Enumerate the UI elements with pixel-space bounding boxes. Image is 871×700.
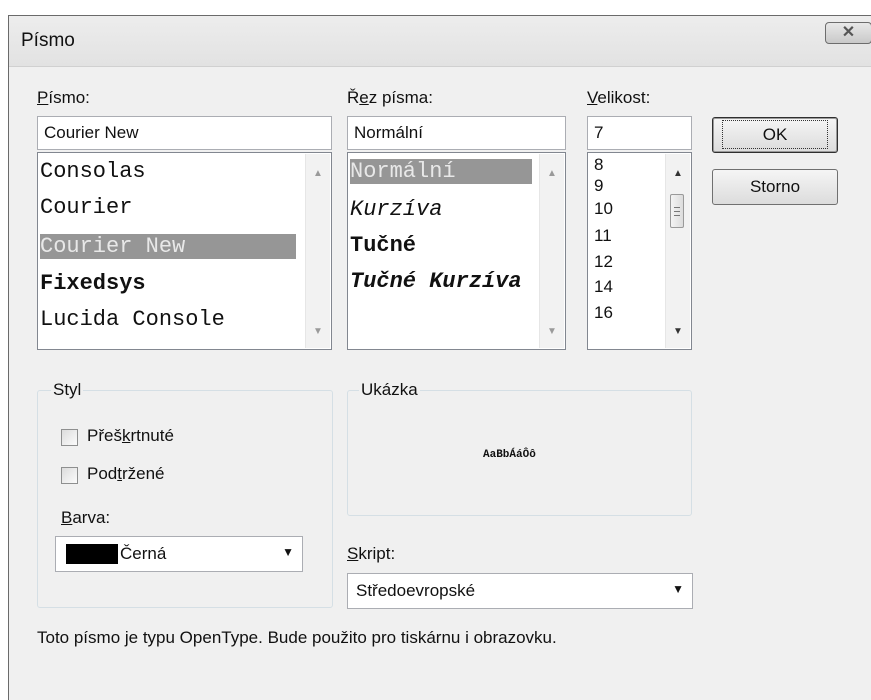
scroll-up-icon[interactable]: ▲	[540, 162, 564, 186]
chevron-down-icon[interactable]: ▼	[282, 545, 294, 559]
title-bar: Písmo ✕	[9, 16, 871, 67]
size-label: Velikost:	[587, 88, 651, 107]
scroll-down-icon[interactable]: ▼	[666, 320, 690, 344]
size-input[interactable]: 7	[587, 116, 692, 150]
script-value: Středoevropské	[356, 581, 476, 600]
color-label: Barva:	[61, 508, 111, 527]
font-style-item[interactable]: Tučné	[350, 233, 416, 258]
underline-label: Podtržené	[87, 464, 165, 483]
size-list-item[interactable]: 16	[594, 303, 613, 323]
size-list-item[interactable]: 8	[594, 155, 603, 175]
font-label: Písmo:	[37, 88, 90, 107]
color-dropdown[interactable]: Černá ▼	[55, 536, 303, 572]
size-list-scrollbar[interactable]: ▲ ▼	[665, 154, 690, 348]
font-name-input[interactable]: Courier New	[37, 116, 332, 150]
strikeout-label: Přeškrtnuté	[87, 426, 174, 445]
font-type-info: Toto písmo je typu OpenType. Bude použit…	[37, 628, 557, 647]
size-list-item[interactable]: 9	[594, 176, 603, 196]
close-icon: ✕	[841, 24, 856, 41]
size-list-item[interactable]: 11	[594, 226, 612, 246]
font-style-label: Řez písma:	[347, 88, 433, 107]
script-label: Skript:	[347, 544, 396, 563]
scroll-up-icon[interactable]: ▲	[666, 162, 690, 186]
size-list[interactable]: 8 9 10 11 12 14 16 ▲ ▼	[587, 152, 692, 350]
font-list-item[interactable]: Courier	[40, 195, 132, 220]
font-list-item[interactable]: Consolas	[40, 159, 146, 184]
close-button[interactable]: ✕	[825, 22, 871, 44]
color-value: Černá	[120, 544, 167, 563]
size-list-item[interactable]: 10	[594, 199, 613, 219]
scroll-down-icon[interactable]: ▼	[540, 320, 564, 344]
font-style-input[interactable]: Normální	[347, 116, 566, 150]
scroll-down-icon[interactable]: ▼	[306, 320, 330, 344]
window-title: Písmo	[21, 30, 75, 51]
sample-group-label: Ukázka	[359, 380, 420, 400]
font-style-item[interactable]: Kurzíva	[350, 197, 442, 222]
font-list-item[interactable]: Fixedsys	[40, 271, 146, 296]
strikeout-checkbox[interactable]	[61, 429, 78, 446]
font-list-item-selected[interactable]: Courier New	[40, 234, 296, 259]
font-dialog: Písmo ✕ Písmo: Courier New Consolas Cour…	[8, 15, 871, 700]
script-dropdown[interactable]: Středoevropské ▼	[347, 573, 693, 609]
font-list[interactable]: Consolas Courier Courier New Fixedsys Lu…	[37, 152, 332, 350]
font-list-item[interactable]: Lucida Console	[40, 307, 225, 332]
sample-preview-text: AaBbÁáÔô	[483, 449, 536, 461]
scrollbar-thumb[interactable]	[670, 194, 684, 228]
font-style-list[interactable]: Normální Kurzíva Tučné Tučné Kurzíva ▲ ▼	[347, 152, 566, 350]
cancel-button[interactable]: Storno	[712, 169, 838, 205]
font-style-item-selected[interactable]: Normální	[350, 159, 532, 184]
underline-checkbox[interactable]	[61, 467, 78, 484]
font-list-scrollbar[interactable]: ▲ ▼	[305, 154, 330, 348]
color-swatch	[66, 544, 118, 564]
font-style-item[interactable]: Tučné Kurzíva	[350, 269, 522, 294]
size-list-item[interactable]: 14	[594, 277, 613, 297]
chevron-down-icon[interactable]: ▼	[672, 582, 684, 596]
scroll-up-icon[interactable]: ▲	[306, 162, 330, 186]
effects-group-label: Styl	[51, 380, 84, 400]
size-list-item[interactable]: 12	[594, 252, 613, 272]
font-style-scrollbar[interactable]: ▲ ▼	[539, 154, 564, 348]
ok-button[interactable]: OK	[712, 117, 838, 153]
effects-group	[37, 390, 333, 608]
